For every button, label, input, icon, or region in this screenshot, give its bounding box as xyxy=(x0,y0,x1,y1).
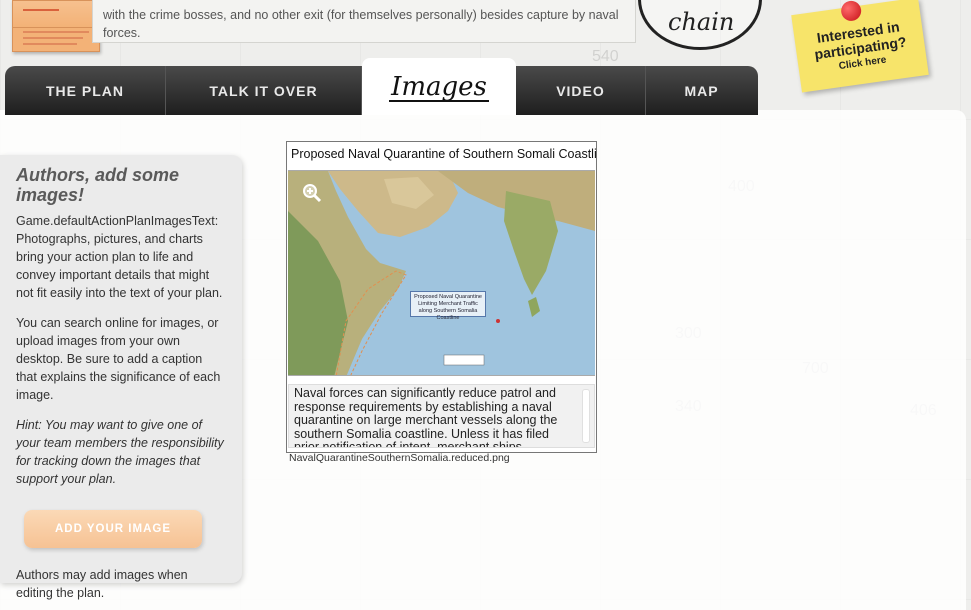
tab-images[interactable]: Images xyxy=(362,58,516,115)
tab-the-plan[interactable]: THE PLAN xyxy=(5,66,166,115)
sidebar-instructions: You can search online for images, or upl… xyxy=(16,316,221,402)
image-title: Proposed Naval Quarantine of Southern So… xyxy=(291,147,596,161)
tab-talk-it-over[interactable]: TALK IT OVER xyxy=(166,66,362,115)
tab-map[interactable]: MAP xyxy=(646,66,757,115)
tab-images-label: Images xyxy=(391,71,487,102)
image-filename: NavalQuarantineSouthernSomalia.reduced.p… xyxy=(289,452,510,464)
map-graphic xyxy=(288,171,595,375)
zoom-in-icon[interactable] xyxy=(302,183,322,203)
map-label: Proposed Naval Quarantine Limiting Merch… xyxy=(410,291,486,321)
sidebar-title: Authors, add some images! xyxy=(16,165,180,205)
envelope-icon[interactable] xyxy=(12,0,100,52)
images-sidebar: Authors, add some images! Game.defaultAc… xyxy=(0,155,242,600)
sidebar-footer-note: Authors may add images when editing the … xyxy=(16,568,188,600)
add-image-button[interactable]: ADD YOUR IMAGE xyxy=(24,510,202,548)
intro-line: with the crime bosses, and no other exit… xyxy=(103,8,619,22)
tab-bar: THE PLAN TALK IT OVER Images VIDEO MAP xyxy=(5,58,758,115)
tab-video[interactable]: VIDEO xyxy=(516,66,646,115)
map-image[interactable]: Proposed Naval Quarantine Limiting Merch… xyxy=(288,170,595,376)
caption-text: Naval forces can significantly reduce pa… xyxy=(294,386,558,448)
plan-intro-text: with the crime bosses, and no other exit… xyxy=(92,0,636,43)
sidebar-description: Game.defaultActionPlanImagesText: Photog… xyxy=(16,214,223,300)
sidebar-hint: Hint: You may want to give one of your t… xyxy=(16,418,224,486)
image-card: Proposed Naval Quarantine of Southern So… xyxy=(286,141,597,453)
image-caption: Naval forces can significantly reduce pa… xyxy=(288,384,595,448)
background-number: 540 xyxy=(592,48,619,65)
logo-text: chain xyxy=(668,8,735,36)
intro-line: forces. xyxy=(103,26,141,40)
tab-underline xyxy=(389,99,489,102)
caption-scrollbar[interactable] xyxy=(582,389,590,443)
